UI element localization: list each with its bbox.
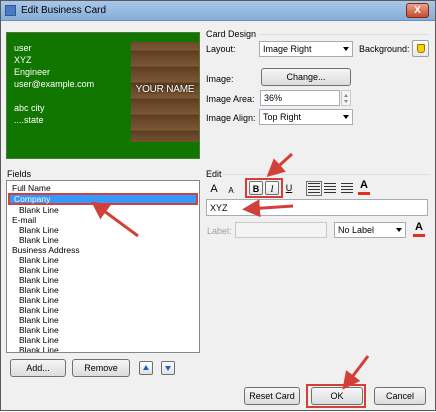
move-up-button[interactable] [139, 361, 153, 375]
image-area-input[interactable]: 36% [260, 90, 340, 106]
preview-line [14, 90, 94, 102]
shrink-font-button[interactable]: A [224, 184, 238, 198]
chevron-down-icon [343, 115, 349, 119]
layout-select[interactable]: Image Right [259, 41, 353, 57]
fields-group-label: Fields [7, 169, 32, 179]
preview-image-text: YOUR NAME [135, 84, 195, 95]
label-position-value: No Label [338, 225, 375, 235]
list-item[interactable]: Blank Line [8, 285, 198, 295]
label-label: Label: [207, 226, 232, 236]
reset-card-button[interactable]: Reset Card [244, 387, 300, 405]
image-area-label: Image Area: [206, 94, 255, 104]
close-button[interactable]: X [406, 3, 429, 18]
font-color-button[interactable]: A [358, 179, 370, 195]
card-design-group-label: Card Design [206, 29, 257, 39]
cancel-button[interactable]: Cancel [374, 387, 426, 405]
arrow-down-icon [165, 366, 171, 371]
list-item-selected[interactable]: Company [8, 193, 198, 205]
preview-line: user [14, 43, 32, 53]
close-icon: X [414, 5, 421, 16]
paint-bucket-icon [417, 44, 425, 53]
list-item[interactable]: Blank Line [8, 315, 198, 325]
edit-business-card-dialog: Edit Business Card X user XYZ Engineer u… [0, 0, 436, 411]
italic-button[interactable]: I [265, 181, 279, 195]
bold-button[interactable]: B [249, 181, 263, 195]
edit-group-label: Edit [206, 169, 222, 179]
image-align-label: Image Align: [206, 113, 256, 123]
label-color-button[interactable]: A [413, 221, 425, 237]
edit-text-input[interactable]: XYZ [206, 199, 428, 216]
list-item[interactable]: Blank Line [8, 305, 198, 315]
list-item[interactable]: Blank Line [8, 225, 198, 235]
arrow-to-bold-italic [266, 152, 294, 178]
image-area-spinner[interactable] [341, 90, 351, 106]
list-item[interactable]: E-mail [8, 215, 198, 225]
preview-text-lines: user XYZ Engineer user@example.com abc c… [14, 42, 94, 126]
background-label: Background: [359, 44, 410, 54]
list-item[interactable]: Blank Line [8, 335, 198, 345]
align-center-icon[interactable] [324, 183, 336, 194]
edit-separator [223, 174, 429, 175]
underline-button[interactable]: U [282, 181, 296, 195]
font-color-icon: A [360, 179, 368, 191]
ok-button[interactable]: OK [311, 387, 363, 405]
move-down-button[interactable] [161, 361, 175, 375]
grow-font-icon: A [210, 183, 218, 195]
list-item[interactable]: Blank Line [8, 265, 198, 275]
list-item[interactable]: Blank Line [8, 325, 198, 335]
grow-font-button[interactable]: A [207, 182, 221, 196]
list-item[interactable]: Blank Line [8, 295, 198, 305]
change-image-button[interactable]: Change... [261, 68, 351, 86]
background-color-button[interactable] [412, 40, 429, 57]
preview-line: abc city [14, 103, 45, 113]
title-bar: Edit Business Card X [1, 1, 435, 21]
layout-label: Layout: [206, 44, 236, 54]
list-item[interactable]: Full Name [8, 183, 198, 193]
image-align-value: Top Right [263, 112, 302, 122]
window-title: Edit Business Card [21, 5, 107, 16]
align-right-icon[interactable] [341, 183, 353, 194]
list-item[interactable]: Business Address [8, 245, 198, 255]
chevron-down-icon [343, 47, 349, 51]
image-label: Image: [206, 74, 234, 84]
preview-card-image: YOUR NAME [131, 42, 199, 142]
fields-list[interactable]: Full Name Company Blank Line E-mail Blan… [6, 180, 200, 353]
preview-line: XYZ [14, 55, 32, 65]
app-icon [5, 5, 16, 16]
list-item[interactable]: Blank Line [8, 255, 198, 265]
preview-line: ....state [14, 115, 44, 125]
card-design-separator [259, 34, 429, 35]
add-field-button[interactable]: Add... [10, 359, 66, 377]
font-color-icon: A [415, 221, 423, 233]
align-left-icon[interactable] [306, 181, 322, 196]
image-align-select[interactable]: Top Right [259, 109, 353, 125]
font-color-swatch [358, 192, 370, 195]
label-position-select[interactable]: No Label [334, 222, 406, 238]
card-preview: user XYZ Engineer user@example.com abc c… [6, 32, 200, 159]
chevron-down-icon [396, 228, 402, 232]
arrow-to-ok [342, 355, 370, 390]
preview-line: Engineer [14, 67, 51, 77]
label-color-swatch [413, 234, 425, 237]
list-item[interactable]: Blank Line [8, 205, 198, 215]
list-item[interactable]: Blank Line [8, 235, 198, 245]
label-input[interactable] [235, 222, 327, 238]
layout-value: Image Right [263, 44, 312, 54]
preview-line: user@example.com [14, 79, 95, 89]
list-item[interactable]: Blank Line [8, 345, 198, 352]
arrow-up-icon [143, 365, 149, 370]
remove-field-button[interactable]: Remove [72, 359, 130, 377]
shrink-font-icon: A [228, 186, 234, 195]
list-item[interactable]: Blank Line [8, 275, 198, 285]
